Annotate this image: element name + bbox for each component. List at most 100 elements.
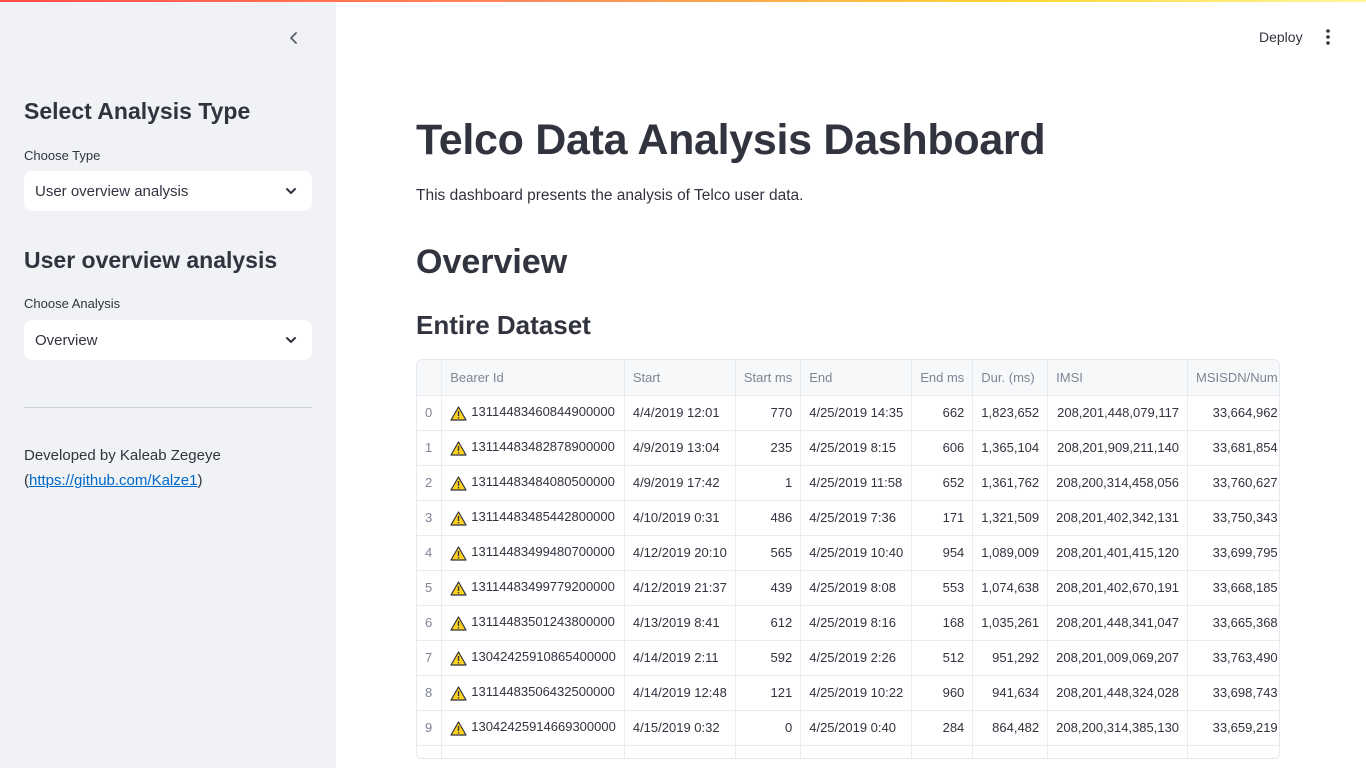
table-cell[interactable]: 4/10/2019 0:31 (624, 500, 736, 536)
table-cell[interactable]: 1 (735, 465, 802, 501)
row-index-cell[interactable]: 7 (417, 640, 443, 676)
table-row[interactable]: 0 13114483460844900000 4/4/2019 12:01 770 4/… (417, 395, 1279, 431)
table-cell[interactable]: 662 (911, 395, 974, 431)
table-cell[interactable]: 13114483501243800000 (441, 605, 625, 641)
table-cell[interactable]: 208,201,448,324,028 (1047, 675, 1189, 711)
table-cell[interactable]: 208,201,009,069,207 (1047, 640, 1189, 676)
table-cell[interactable]: 4/9/2019 17:42 (624, 465, 736, 501)
table-cell[interactable]: 606 (911, 430, 974, 466)
table-cell[interactable]: 4/25/2019 8:08 (800, 570, 913, 606)
table-cell[interactable]: 960 (911, 675, 974, 711)
table-cell[interactable] (972, 745, 1049, 758)
row-index-cell[interactable]: 3 (417, 500, 443, 536)
table-cell[interactable]: 13114483482878900000 (441, 430, 625, 466)
table-cell[interactable]: 4/25/2019 8:16 (800, 605, 913, 641)
table-cell[interactable]: 13114483484080500000 (441, 465, 625, 501)
table-cell[interactable]: 168 (911, 605, 974, 641)
table-cell[interactable]: 4/15/2019 0:32 (624, 710, 736, 746)
table-cell[interactable] (1047, 745, 1189, 758)
table-cell[interactable]: 512 (911, 640, 974, 676)
table-cell[interactable]: 4/25/2019 2:26 (800, 640, 913, 676)
table-cell[interactable]: 208,201,448,341,047 (1047, 605, 1189, 641)
table-cell[interactable]: 4/12/2019 20:10 (624, 535, 736, 571)
table-cell[interactable]: 13114483460844900000 (441, 395, 625, 431)
table-cell[interactable]: 1,035,261 (972, 605, 1049, 641)
table-cell[interactable]: 4/25/2019 10:22 (800, 675, 913, 711)
table-cell[interactable]: 1,321,509 (972, 500, 1049, 536)
table-cell[interactable]: 1,089,009 (972, 535, 1049, 571)
table-cell[interactable]: 33,659,219 (1187, 710, 1279, 746)
table-cell[interactable]: 770 (735, 395, 802, 431)
table-cell[interactable]: 4/25/2019 7:36 (800, 500, 913, 536)
deploy-button[interactable]: Deploy (1250, 26, 1312, 48)
table-cell[interactable] (624, 745, 736, 758)
table-cell[interactable]: 33,763,490 (1187, 640, 1279, 676)
table-cell[interactable]: 4/25/2019 14:35 (800, 395, 913, 431)
table-cell[interactable]: 4/25/2019 11:58 (800, 465, 913, 501)
table-cell[interactable]: 954 (911, 535, 974, 571)
row-index-cell[interactable]: 1 (417, 430, 443, 466)
row-index-cell[interactable]: 4 (417, 535, 443, 571)
table-cell[interactable]: 4/25/2019 10:40 (800, 535, 913, 571)
table-cell[interactable]: 33,699,795 (1187, 535, 1279, 571)
table-row[interactable]: 3 13114483485442800000 4/10/2019 0:31 486 4/… (417, 500, 1279, 536)
table-cell[interactable]: 4/13/2019 8:41 (624, 605, 736, 641)
table-cell[interactable]: 208,201,402,342,131 (1047, 500, 1189, 536)
table-cell[interactable]: 284 (911, 710, 974, 746)
table-cell[interactable] (441, 745, 625, 758)
table-cell[interactable] (911, 745, 974, 758)
table-cell[interactable]: 486 (735, 500, 802, 536)
table-row[interactable]: 2 13114483484080500000 4/9/2019 17:42 1 4/25… (417, 465, 1279, 501)
table-cell[interactable]: 652 (911, 465, 974, 501)
row-index-cell[interactable]: 6 (417, 605, 443, 641)
table-cell[interactable]: 33,668,185 (1187, 570, 1279, 606)
table-cell[interactable]: 565 (735, 535, 802, 571)
table-cell[interactable]: 612 (735, 605, 802, 641)
table-cell[interactable]: 951,292 (972, 640, 1049, 676)
column-header[interactable]: Dur. (ms) (972, 360, 1049, 396)
table-row[interactable]: 7 13042425910865400000 4/14/2019 2:11 592 4/… (417, 640, 1279, 676)
row-index-cell[interactable]: 0 (417, 395, 443, 431)
table-cell[interactable]: 33,664,962 (1187, 395, 1279, 431)
column-header[interactable]: MSISDN/Num (1187, 360, 1279, 396)
table-cell[interactable]: 1,823,652 (972, 395, 1049, 431)
table-cell[interactable]: 4/25/2019 0:40 (800, 710, 913, 746)
row-index-cell[interactable]: 8 (417, 675, 443, 711)
table-cell[interactable]: 439 (735, 570, 802, 606)
main-menu-button[interactable] (1318, 26, 1338, 48)
column-header[interactable]: Start ms (735, 360, 802, 396)
table-row[interactable]: 9 13042425914669300000 4/15/2019 0:32 0 4/25… (417, 710, 1279, 746)
table-cell[interactable]: 13114483499779200000 (441, 570, 625, 606)
table-cell[interactable]: 208,200,314,385,130 (1047, 710, 1189, 746)
table-cell[interactable]: 1,074,638 (972, 570, 1049, 606)
table-cell[interactable]: 121 (735, 675, 802, 711)
table-row[interactable]: 8 13114483506432500000 4/14/2019 12:48 121 4… (417, 675, 1279, 711)
row-index-cell[interactable]: 2 (417, 465, 443, 501)
collapse-sidebar-button[interactable] (282, 26, 306, 50)
table-cell[interactable]: 941,634 (972, 675, 1049, 711)
table-cell[interactable]: 208,201,909,211,140 (1047, 430, 1189, 466)
table-cell[interactable]: 208,201,402,670,191 (1047, 570, 1189, 606)
table-cell[interactable]: 4/14/2019 2:11 (624, 640, 736, 676)
table-row[interactable]: 5 13114483499779200000 4/12/2019 21:37 439 4… (417, 570, 1279, 606)
table-cell[interactable]: 1,365,104 (972, 430, 1049, 466)
table-cell[interactable]: 0 (735, 710, 802, 746)
table-row[interactable]: 4 13114483499480700000 4/12/2019 20:10 565 4… (417, 535, 1279, 571)
table-cell[interactable]: 208,200,314,458,056 (1047, 465, 1189, 501)
table-cell[interactable]: 235 (735, 430, 802, 466)
dataframe[interactable]: Bearer Id Start Start ms End End ms Dur. (ms)… (416, 359, 1280, 759)
table-row[interactable]: 1 13114483482878900000 4/9/2019 13:04 235 4/… (417, 430, 1279, 466)
table-cell[interactable]: 553 (911, 570, 974, 606)
table-cell[interactable]: 4/9/2019 13:04 (624, 430, 736, 466)
table-cell[interactable]: 33,665,368 (1187, 605, 1279, 641)
table-cell[interactable]: 4/4/2019 12:01 (624, 395, 736, 431)
column-header[interactable]: End (800, 360, 913, 396)
table-cell[interactable]: 171 (911, 500, 974, 536)
table-cell[interactable]: 864,482 (972, 710, 1049, 746)
table-cell[interactable]: 1,361,762 (972, 465, 1049, 501)
column-header[interactable]: Start (624, 360, 736, 396)
table-cell[interactable]: 33,750,343 (1187, 500, 1279, 536)
row-index-cell[interactable] (417, 745, 443, 758)
table-cell[interactable]: 13042425914669300000 (441, 710, 625, 746)
column-header[interactable]: Bearer Id (441, 360, 625, 396)
